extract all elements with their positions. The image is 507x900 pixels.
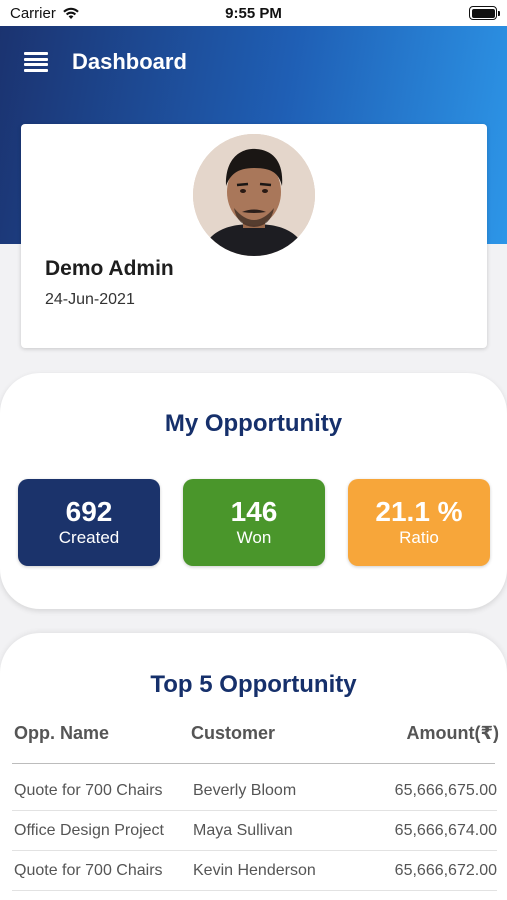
- cell-opp-name: Quote for 700 Chairs: [14, 782, 163, 799]
- stat-won-label: Won: [236, 528, 272, 548]
- profile-name: Demo Admin: [45, 257, 174, 280]
- cell-opp-name: Office Design Project: [14, 822, 164, 839]
- table-row[interactable]: Quote for 700 Chairs Kevin Henderson 65,…: [12, 851, 497, 891]
- stat-won-value: 146: [230, 495, 278, 527]
- table-row[interactable]: Quote for 700 Chairs Beverly Bloom 65,66…: [12, 771, 497, 811]
- column-header-opp-name: Opp. Name: [14, 723, 110, 743]
- table-header-divider: [12, 763, 495, 764]
- status-bar: Carrier 9:55 PM: [0, 0, 507, 26]
- cell-amount: 65,666,672.00: [394, 862, 497, 879]
- stat-created-value: 692: [65, 495, 113, 527]
- cell-amount: 65,666,674.00: [394, 822, 497, 839]
- cell-customer: Maya Sullivan: [193, 822, 293, 839]
- stat-created-card[interactable]: 692 Created: [18, 479, 160, 566]
- stat-ratio-label: Ratio: [399, 528, 439, 548]
- stat-ratio-value: 21.1 %: [375, 495, 463, 527]
- header-row: Dashboard: [0, 26, 507, 98]
- wifi-icon: [63, 7, 79, 19]
- top-opportunity-panel: Top 5 Opportunity Opp. Name Customer Amo…: [0, 633, 507, 900]
- hamburger-menu-icon[interactable]: [24, 52, 48, 72]
- top-opportunity-title: Top 5 Opportunity: [150, 671, 357, 698]
- page-title: Dashboard: [72, 49, 187, 74]
- cell-amount: 65,666,675.00: [394, 782, 497, 799]
- my-opportunity-title: My Opportunity: [164, 410, 343, 437]
- profile-date: 24-Jun-2021: [45, 291, 135, 308]
- cell-opp-name: Quote for 700 Chairs: [14, 862, 163, 879]
- stat-ratio-card[interactable]: 21.1 % Ratio: [348, 479, 490, 566]
- cell-customer: Kevin Henderson: [193, 862, 316, 879]
- stat-created-label: Created: [58, 528, 120, 548]
- table-header: Opp. Name Customer Amount(₹): [0, 723, 507, 747]
- avatar[interactable]: [193, 134, 315, 256]
- cell-customer: Beverly Bloom: [193, 782, 297, 799]
- column-header-customer: Customer: [191, 723, 276, 743]
- carrier-label: Carrier: [10, 4, 56, 22]
- table-row[interactable]: Office Design Project Maya Sullivan 65,6…: [12, 811, 497, 851]
- column-header-amount: Amount(₹): [406, 723, 500, 743]
- stat-won-card[interactable]: 146 Won: [183, 479, 325, 566]
- my-opportunity-panel: My Opportunity 692 Created 146 Won 21.1 …: [0, 373, 507, 609]
- user-photo-icon: [193, 134, 315, 256]
- status-left: Carrier: [10, 5, 80, 22]
- battery-icon: [469, 6, 500, 20]
- profile-card: Demo Admin 24-Jun-2021: [21, 124, 487, 348]
